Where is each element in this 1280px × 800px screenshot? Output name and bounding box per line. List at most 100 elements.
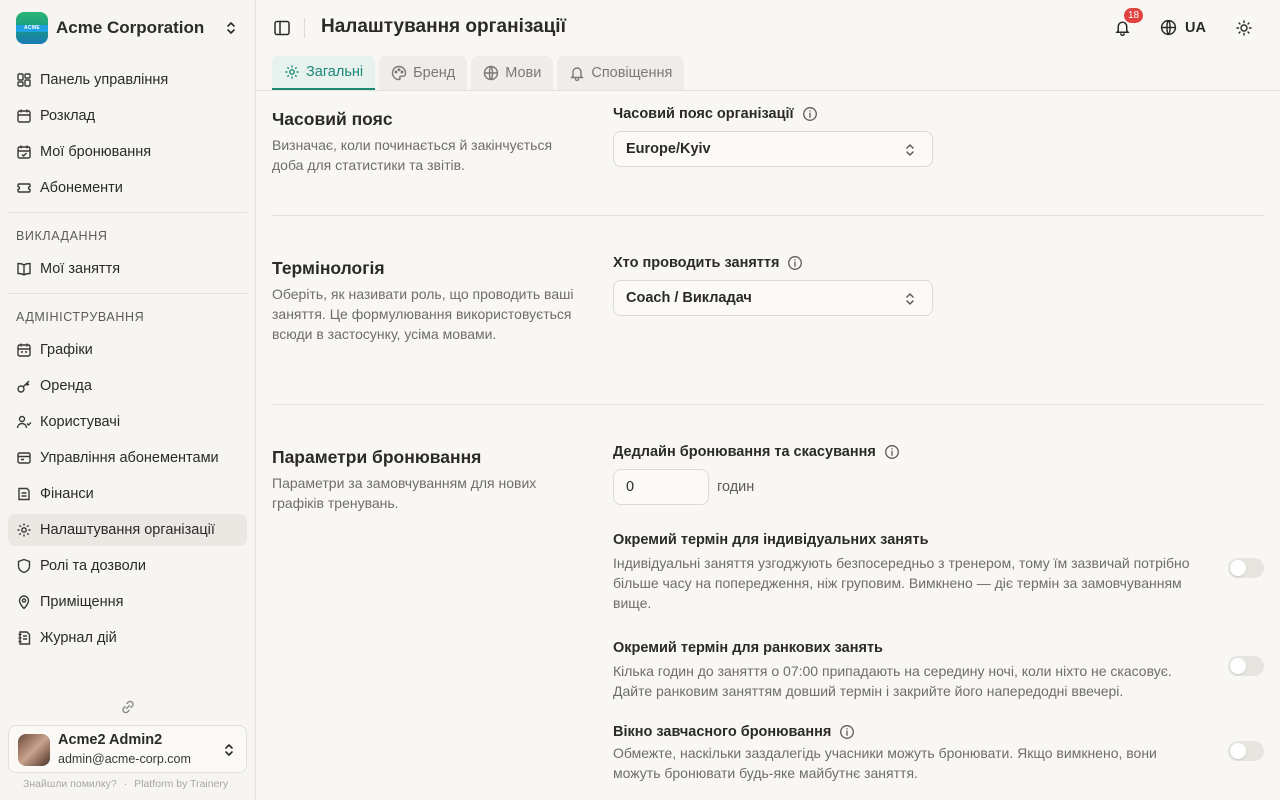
section-title-booking: Параметри бронювання [272, 447, 482, 467]
tab-brand[interactable]: Бренд [379, 56, 468, 90]
language-switcher[interactable]: UA [1160, 19, 1206, 36]
org-logo-text: ACME [16, 25, 48, 32]
divider [304, 18, 305, 38]
sidebar-item-label: Графіки [40, 342, 93, 358]
section-description-terminology: Оберіть, як називати роль, що проводить … [272, 286, 574, 342]
sidebar-item-passes[interactable]: Абонементи [8, 172, 247, 204]
select-value: Europe/Kyiv [626, 141, 711, 157]
sidebar-item-schedule[interactable]: Розклад [8, 100, 247, 132]
instructor-field-label: Хто проводить заняття [613, 255, 803, 271]
globe-icon [1160, 19, 1177, 36]
org-logo: ACME [16, 12, 48, 44]
sidebar-item-roles[interactable]: Ролі та дозволи [8, 550, 247, 582]
sidebar-item-label: Фінанси [40, 486, 94, 502]
platform-link[interactable]: Platform by Trainery [134, 778, 228, 790]
section-description-timezone: Визначає, коли починається й закінчуєтьс… [272, 137, 553, 173]
toggle-knob [1230, 658, 1246, 674]
section-description-booking: Параметри за замовчуванням для нових гра… [272, 475, 537, 511]
section-title-timezone: Часовий пояс [272, 109, 393, 129]
link-icon[interactable] [120, 699, 136, 715]
divider [8, 212, 247, 213]
org-switcher[interactable]: ACME Acme Corporation [8, 8, 247, 48]
wallet-icon [16, 486, 32, 502]
field-label-text: Дедлайн бронювання та скасування [613, 444, 876, 460]
calendar-check-icon [16, 144, 32, 160]
tabs-divider [256, 90, 1280, 91]
option-description-advance-window: Обмежте, наскільки заздалегідь учасники … [613, 745, 1157, 781]
sidebar-item-label: Налаштування організації [40, 522, 215, 538]
palette-icon [391, 65, 407, 81]
sidebar: ACME Acme Corporation Панель управління … [0, 0, 256, 800]
sidebar-item-label: Приміщення [40, 594, 124, 610]
calendar-icon [16, 108, 32, 124]
sidebar-item-users[interactable]: Користувачі [8, 406, 247, 438]
tab-notifications[interactable]: Сповіщення [557, 56, 685, 90]
sidebar-toggle-icon[interactable] [273, 19, 291, 37]
sidebar-item-label: Абонементи [40, 180, 123, 196]
select-value: Coach / Викладач [626, 290, 752, 306]
deadline-field-label: Дедлайн бронювання та скасування [613, 444, 900, 460]
option-title-individual: Окремий термін для індивідуальних занять [613, 532, 929, 548]
avatar [18, 734, 50, 766]
info-icon[interactable] [839, 724, 855, 740]
sidebar-item-finance[interactable]: Фінанси [8, 478, 247, 510]
location-pin-icon [16, 594, 32, 610]
sidebar-item-activity-log[interactable]: Журнал дій [8, 622, 247, 654]
sidebar-item-my-bookings[interactable]: Мої бронювання [8, 136, 247, 168]
sidebar-item-rental[interactable]: Оренда [8, 370, 247, 402]
divider [8, 293, 247, 294]
info-icon[interactable] [884, 444, 900, 460]
morning-deadline-toggle[interactable] [1228, 656, 1264, 676]
sidebar-item-org-settings[interactable]: Налаштування організації [8, 514, 247, 546]
log-icon [16, 630, 32, 646]
sidebar-item-premises[interactable]: Приміщення [8, 586, 247, 618]
sidebar-item-manage-passes[interactable]: Управління абонементами [8, 442, 247, 474]
chevron-updown-icon [223, 20, 239, 36]
info-icon[interactable] [787, 255, 803, 271]
user-email: admin@acme-corp.com [58, 752, 191, 766]
individual-deadline-toggle[interactable] [1228, 558, 1264, 578]
field-label-text: Часовий пояс організації [613, 106, 794, 122]
sidebar-item-label: Оренда [40, 378, 92, 394]
sun-icon[interactable] [1236, 20, 1252, 36]
sidebar-item-label: Управління абонементами [40, 450, 219, 466]
separator-dot: · [123, 778, 128, 790]
settings-icon [16, 522, 32, 538]
chevron-updown-icon [902, 142, 918, 158]
sidebar-item-label: Журнал дій [40, 630, 117, 646]
tab-languages[interactable]: Мови [471, 56, 554, 90]
user-menu[interactable]: Acme2 Admin2 admin@acme-corp.com [8, 725, 247, 773]
instructor-term-select[interactable]: Coach / Викладач [613, 280, 933, 316]
tab-label: Загальні [306, 64, 364, 80]
sidebar-item-my-classes[interactable]: Мої заняття [8, 253, 247, 285]
report-bug-link[interactable]: Знайшли помилку? [23, 778, 117, 790]
gear-icon [284, 64, 300, 80]
section-divider [272, 215, 1264, 216]
timezone-select[interactable]: Europe/Kyiv [613, 131, 933, 167]
timezone-field-label: Часовий пояс організації [613, 106, 818, 122]
advance-window-toggle[interactable] [1228, 741, 1264, 761]
info-icon[interactable] [802, 106, 818, 122]
tab-label: Сповіщення [591, 65, 673, 81]
manage-passes-icon [16, 450, 32, 466]
tab-label: Бренд [413, 65, 456, 81]
option-description-morning: Кілька годин до заняття о 07:00 припадаю… [613, 663, 1172, 699]
tab-general[interactable]: Загальні [272, 56, 376, 90]
settings-tabs: Загальні Бренд Мови Сповіщення [272, 56, 688, 90]
option-title-text: Окремий термін для ранкових занять [613, 640, 883, 656]
option-title-morning: Окремий термін для ранкових занять [613, 640, 883, 656]
dashboard-icon [16, 72, 32, 88]
globe-icon [483, 65, 499, 81]
tab-label: Мови [505, 65, 542, 81]
deadline-hours-input[interactable] [613, 469, 709, 505]
toggle-knob [1230, 743, 1246, 759]
sidebar-item-dashboard[interactable]: Панель управління [8, 64, 247, 96]
sidebar-footer: Знайшли помилку? · Platform by Trainery [23, 778, 228, 790]
sidebar-item-schedules[interactable]: Графіки [8, 334, 247, 366]
notification-badge: 18 [1124, 8, 1144, 23]
section-label-teaching: ВИКЛАДАННЯ [16, 229, 108, 243]
deadline-unit: годин [717, 479, 755, 495]
field-label-text: Хто проводить заняття [613, 255, 780, 271]
user-name: Acme2 Admin2 [58, 732, 163, 748]
section-divider [272, 404, 1264, 405]
